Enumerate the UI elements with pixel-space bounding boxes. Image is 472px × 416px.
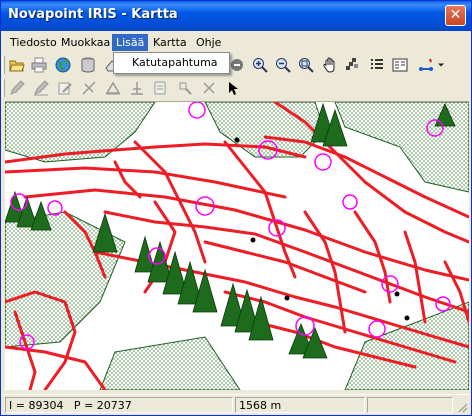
split-icon[interactable] (127, 78, 147, 98)
select-arrow-icon[interactable] (223, 78, 243, 98)
menu-kartta[interactable]: Kartta (149, 34, 191, 51)
main-toolbar (1, 53, 471, 77)
pencil-icon[interactable] (7, 78, 27, 98)
delete-node-icon[interactable] (199, 78, 219, 98)
status-panel-empty (367, 397, 453, 413)
resize-grip-icon[interactable] (456, 401, 468, 413)
window-title: Novapoint IRIS - Kartta (8, 7, 178, 22)
map-legend-icon[interactable] (390, 55, 410, 75)
zoom-extent-icon[interactable] (296, 55, 316, 75)
open-folder-icon[interactable] (7, 55, 27, 75)
database-icon[interactable] (78, 55, 98, 75)
grid-icon[interactable] (343, 55, 363, 75)
scale-text: 1568 m (239, 399, 282, 412)
menu-ohje[interactable]: Ohje (192, 34, 225, 51)
list-icon[interactable] (367, 55, 387, 75)
close-icon: ✕ (449, 7, 462, 23)
close-button[interactable]: ✕ (445, 5, 466, 26)
zoom-in-icon[interactable] (250, 55, 270, 75)
map-canvas[interactable] (5, 101, 469, 390)
lisaa-dropdown-menu: Katutapahtuma (113, 52, 230, 74)
scale-display: 1568 m (235, 397, 365, 413)
triangle-icon[interactable] (103, 78, 123, 98)
layers-icon[interactable] (227, 55, 247, 75)
status-bar: I = 89304 P = 20737 1568 m (3, 394, 469, 414)
menu-item-katutapahtuma[interactable]: Katutapahtuma (132, 56, 218, 69)
zoom-out-icon[interactable] (273, 55, 293, 75)
point-markers (234, 137, 410, 321)
chevron-down-icon[interactable] (435, 55, 447, 75)
app-window: Novapoint IRIS - Kartta ✕ Tiedosto Muokk… (0, 0, 472, 416)
globe-icon[interactable] (53, 55, 73, 75)
coordinates-display: I = 89304 P = 20737 (5, 397, 233, 413)
move-node-icon[interactable] (175, 78, 195, 98)
cross-line-icon[interactable] (79, 78, 99, 98)
toolbar-grip[interactable] (2, 79, 5, 97)
title-bar[interactable]: Novapoint IRIS - Kartta ✕ (1, 1, 471, 31)
menu-tiedosto[interactable]: Tiedosto (6, 34, 61, 51)
edit-toolbar (1, 76, 471, 100)
print-icon[interactable] (29, 55, 49, 75)
document-edit-icon[interactable] (151, 78, 171, 98)
coordinates-text: I = 89304 P = 20737 (9, 399, 132, 412)
pan-hand-icon[interactable] (320, 55, 340, 75)
menu-lisaa[interactable]: Lisää (112, 34, 149, 51)
toolbar-grip[interactable] (2, 56, 5, 74)
menu-bar: Tiedosto Muokkaa Lisää Kartta Ohje (1, 32, 471, 52)
draw-line-icon[interactable] (31, 78, 51, 98)
route-icon[interactable] (416, 55, 436, 75)
edit-icon[interactable] (55, 78, 75, 98)
menu-muokkaa[interactable]: Muokkaa (57, 34, 114, 51)
